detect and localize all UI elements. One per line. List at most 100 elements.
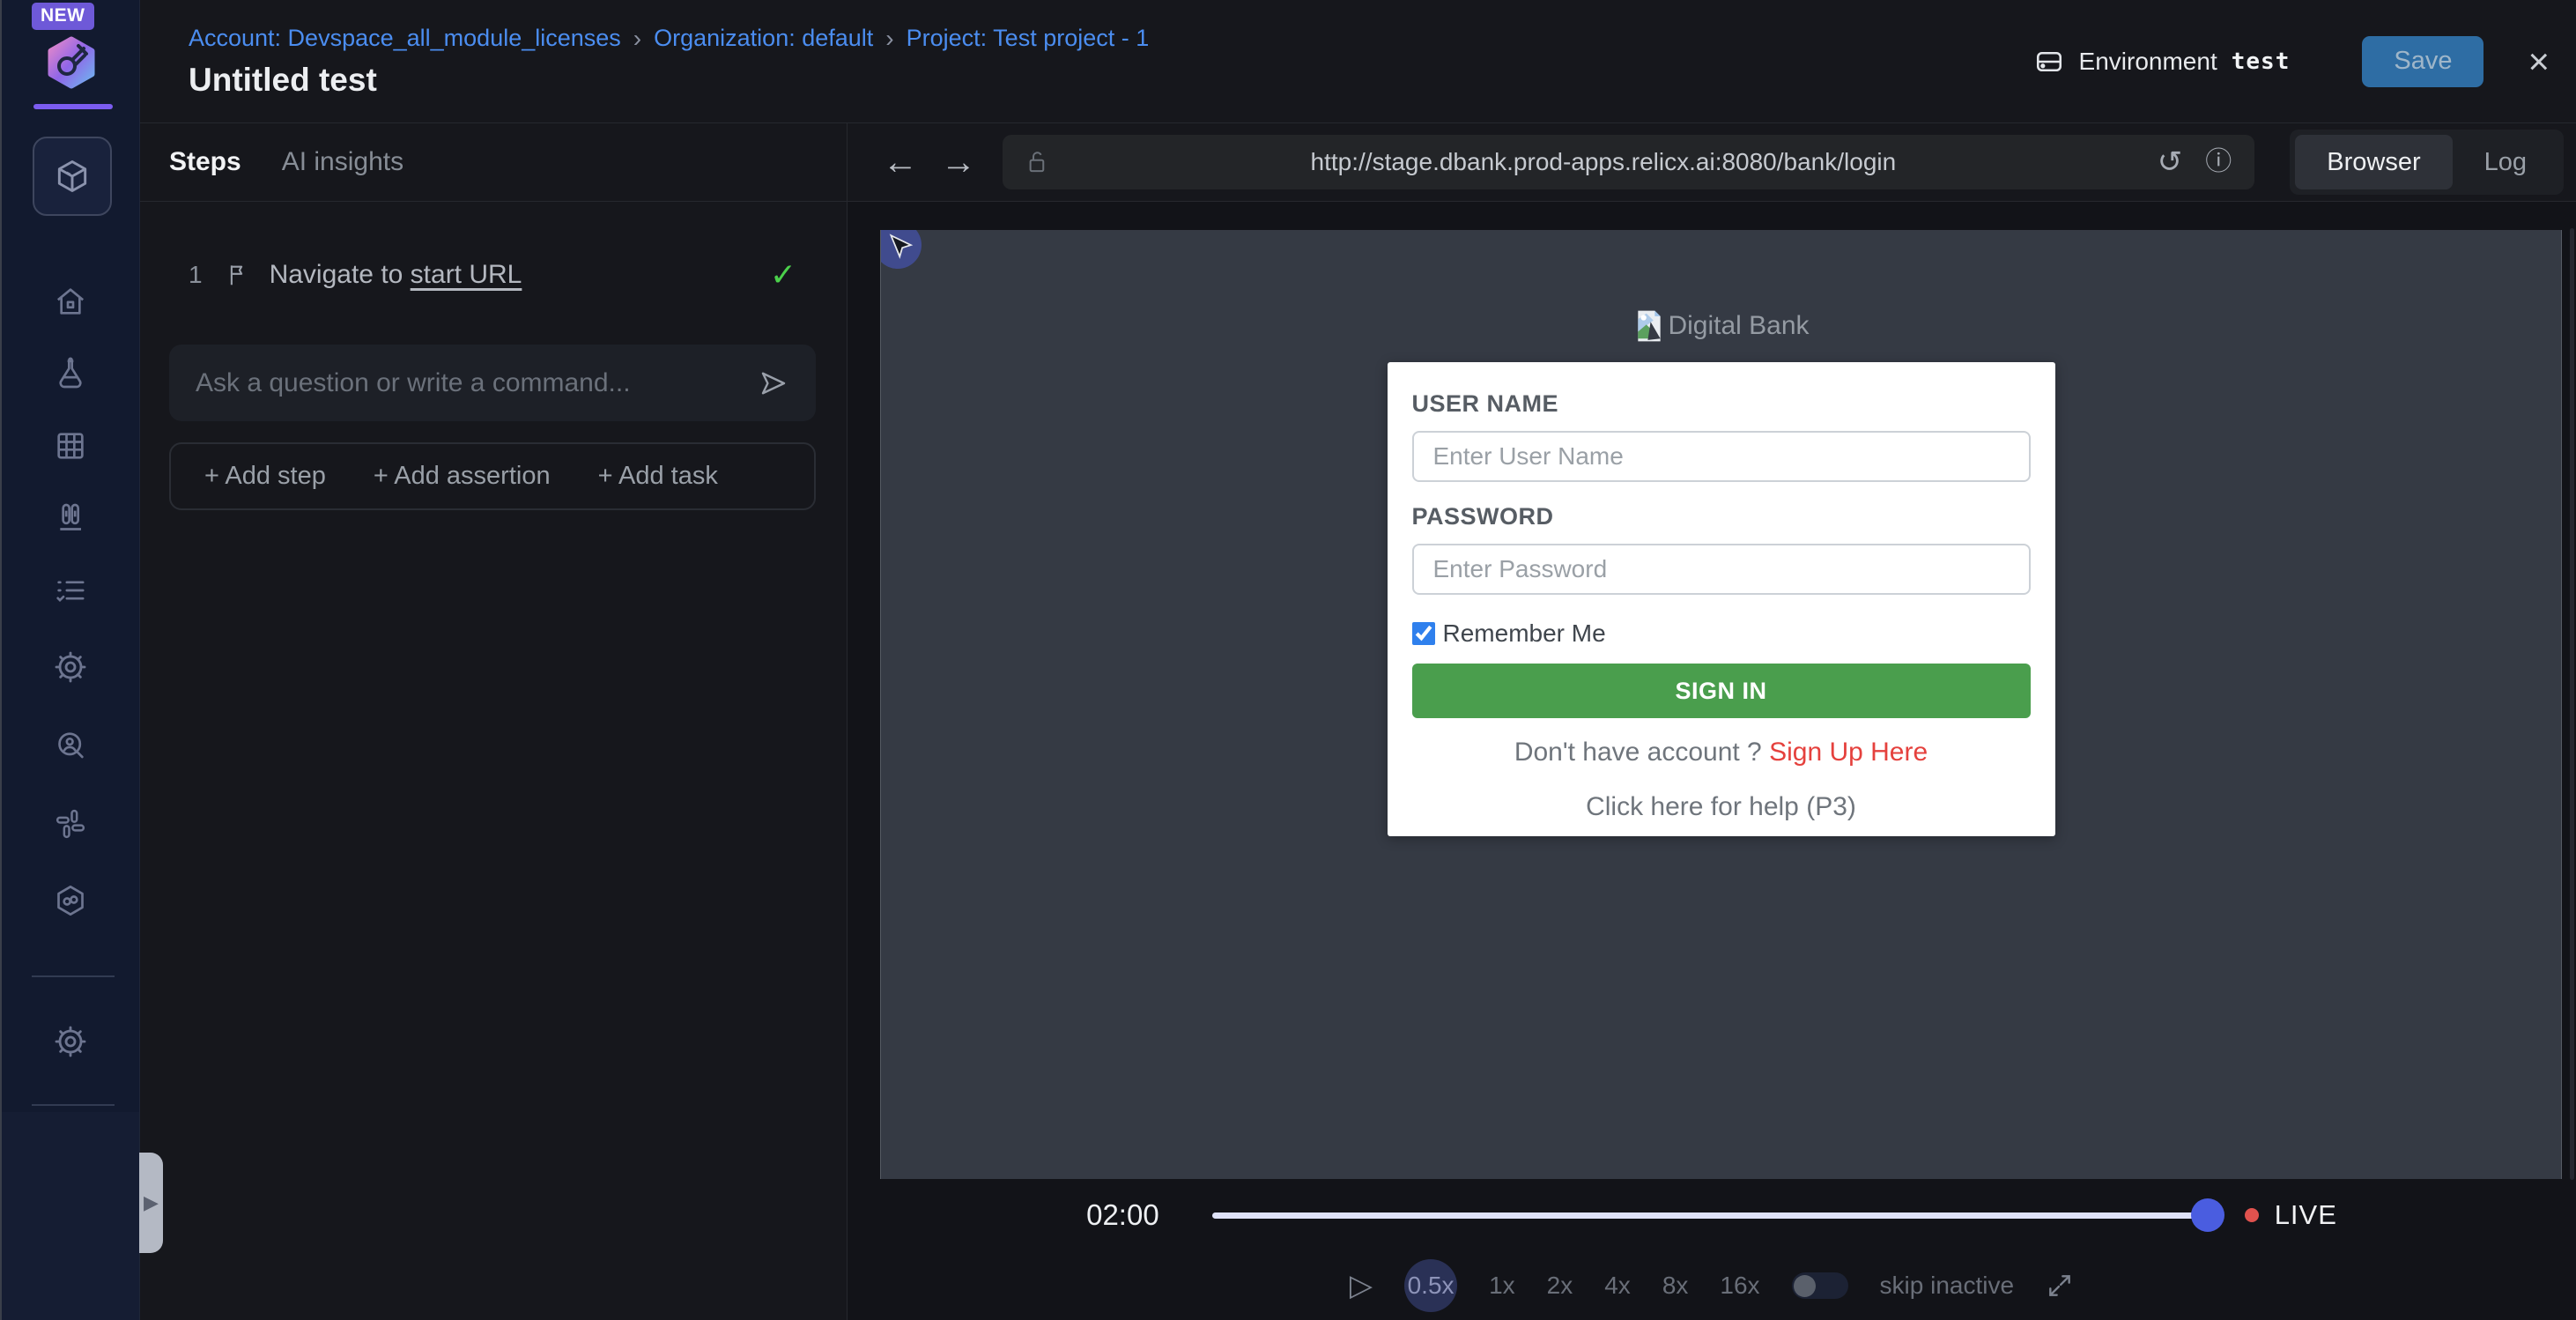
send-icon[interactable] [758,367,789,399]
browser-panel: ← → http://stage.dbank.prod-apps.relicx.… [848,123,2576,1320]
forward-icon[interactable]: → [941,145,976,180]
browser-toolbar: ← → http://stage.dbank.prod-apps.relicx.… [848,123,2576,202]
sidebar-item-integrations[interactable] [51,805,90,843]
signup-row: Don't have account ? Sign Up Here [1412,738,2031,768]
save-button[interactable]: Save [2362,36,2483,87]
speed-8x-button[interactable]: 8x [1662,1272,1689,1300]
sidebar-item-runs[interactable] [51,499,90,538]
step-row-1[interactable]: 1 Navigate to start URL ✓ [169,256,816,293]
home-icon [53,284,88,319]
top-header: Account: Devspace_all_module_licenses › … [140,0,2576,123]
checklist-icon [53,573,88,608]
breadcrumb: Account: Devspace_all_module_licenses › … [189,25,1149,53]
step-actions-bar: + Add step + Add assertion + Add task [169,442,816,510]
signup-prefix: Don't have account ? [1514,738,1769,767]
breadcrumb-account[interactable]: Account: Devspace_all_module_licenses [189,25,621,52]
command-input[interactable] [196,368,740,398]
flag-icon [226,262,252,288]
sidebar-item-suites[interactable] [51,426,90,465]
sidebar-item-tests[interactable] [51,354,90,393]
close-icon[interactable]: × [2528,43,2550,80]
info-icon[interactable]: ⓘ [2205,149,2232,175]
refresh-icon[interactable]: ↺ [2158,147,2183,177]
broken-image-icon [1632,308,1666,345]
sign-in-button[interactable]: SIGN IN [1412,664,2031,718]
cube-icon [53,157,92,196]
cursor-icon [888,234,914,262]
toggle-knob [1794,1275,1816,1297]
user-search-icon [53,728,88,763]
live-label: LIVE [2275,1199,2337,1231]
add-step-button[interactable]: + Add step [204,462,326,491]
skip-inactive-label: skip inactive [1880,1272,2015,1300]
test-tubes-icon [53,501,88,536]
add-task-button[interactable]: + Add task [598,462,718,491]
play-icon[interactable]: ▷ [1350,1271,1373,1301]
password-field[interactable] [1412,544,2031,595]
speed-2x-button[interactable]: 2x [1547,1272,1573,1300]
flask-icon [53,356,88,391]
speed-16x-button[interactable]: 16x [1720,1272,1759,1300]
remember-checkbox[interactable] [1412,622,1435,645]
help-link[interactable]: Click here for help (P3) [1412,792,2031,822]
sidebar-item-checklist[interactable] [51,571,90,610]
sidebar-item-home[interactable] [51,282,90,321]
step-text: Navigate to start URL [270,260,522,290]
add-assertion-button[interactable]: + Add assertion [374,462,551,491]
slider-handle[interactable] [2191,1198,2224,1232]
steps-tabs: Steps AI insights [140,123,847,202]
tab-ai-insights[interactable]: AI insights [282,147,403,177]
breadcrumb-separator: › [873,25,906,53]
gear-icon [53,649,88,685]
breadcrumb-separator: › [621,25,654,53]
speed-1x-button[interactable]: 1x [1489,1272,1515,1300]
tab-browser[interactable]: Browser [2295,135,2452,189]
tab-steps[interactable]: Steps [169,147,241,177]
username-label: USER NAME [1412,390,2031,418]
panel-expand-icon: ▶ [144,1191,159,1214]
speed-4x-button[interactable]: 4x [1604,1272,1631,1300]
hexagon-link-icon [53,883,88,918]
live-dot [2245,1208,2259,1222]
timeline-slider[interactable] [1212,1212,2208,1219]
sidebar-item-configuration[interactable] [51,648,90,686]
browser-scrollbar[interactable] [2570,228,2574,1180]
step-passed-check-icon: ✓ [770,256,796,293]
url-bar[interactable]: http://stage.dbank.prod-apps.relicx.ai:8… [1003,135,2254,189]
browser-viewport[interactable]: Digital Bank USER NAME PASSWORD Remember… [880,230,2562,1179]
grid-icon [53,428,88,463]
environment-selector[interactable]: Environment test [2033,46,2291,78]
tab-log[interactable]: Log [2453,148,2558,177]
fullscreen-expand-icon[interactable] [2046,1272,2074,1300]
command-box [169,345,816,421]
lock-open-icon [1025,149,1049,175]
speed-label: 0.5x [1408,1272,1455,1300]
sidebar-bottom-section: ? AU [2,1112,139,1320]
breadcrumb-project[interactable]: Project: Test project - 1 [907,25,1150,52]
elapsed-time: 02:00 [1086,1198,1159,1232]
sidebar-item-test-builder[interactable] [33,137,112,216]
main-area: Account: Devspace_all_module_licenses › … [140,0,2576,1320]
app-logo-icon[interactable] [43,35,100,94]
dbank-logo: Digital Bank [881,308,2561,345]
username-field[interactable] [1412,431,2031,482]
step-text-prefix: Navigate to [270,260,411,289]
speed-0.5x-button[interactable]: 0.5x [1404,1259,1457,1312]
environment-icon [2033,46,2065,78]
view-switcher: Browser Log [2290,130,2564,195]
back-icon[interactable]: ← [883,145,918,180]
start-url-link[interactable]: start URL [411,260,522,289]
url-text[interactable]: http://stage.dbank.prod-apps.relicx.ai:8… [1049,148,2158,176]
sign-up-link[interactable]: Sign Up Here [1769,738,1928,767]
sidebar-expand-handle[interactable]: ▶ [139,1153,163,1253]
sidebar-item-personas[interactable] [51,726,90,765]
sidebar-divider [32,975,115,977]
page-title: Untitled test [189,62,1149,99]
remember-label: Remember Me [1443,619,1606,648]
integrations-icon [53,806,88,842]
skip-inactive-toggle[interactable] [1792,1272,1848,1299]
sidebar-item-pipelines[interactable] [51,881,90,920]
environment-label: Environment [2079,48,2217,76]
breadcrumb-organization[interactable]: Organization: default [654,25,873,52]
sidebar-item-settings[interactable] [51,1022,90,1061]
